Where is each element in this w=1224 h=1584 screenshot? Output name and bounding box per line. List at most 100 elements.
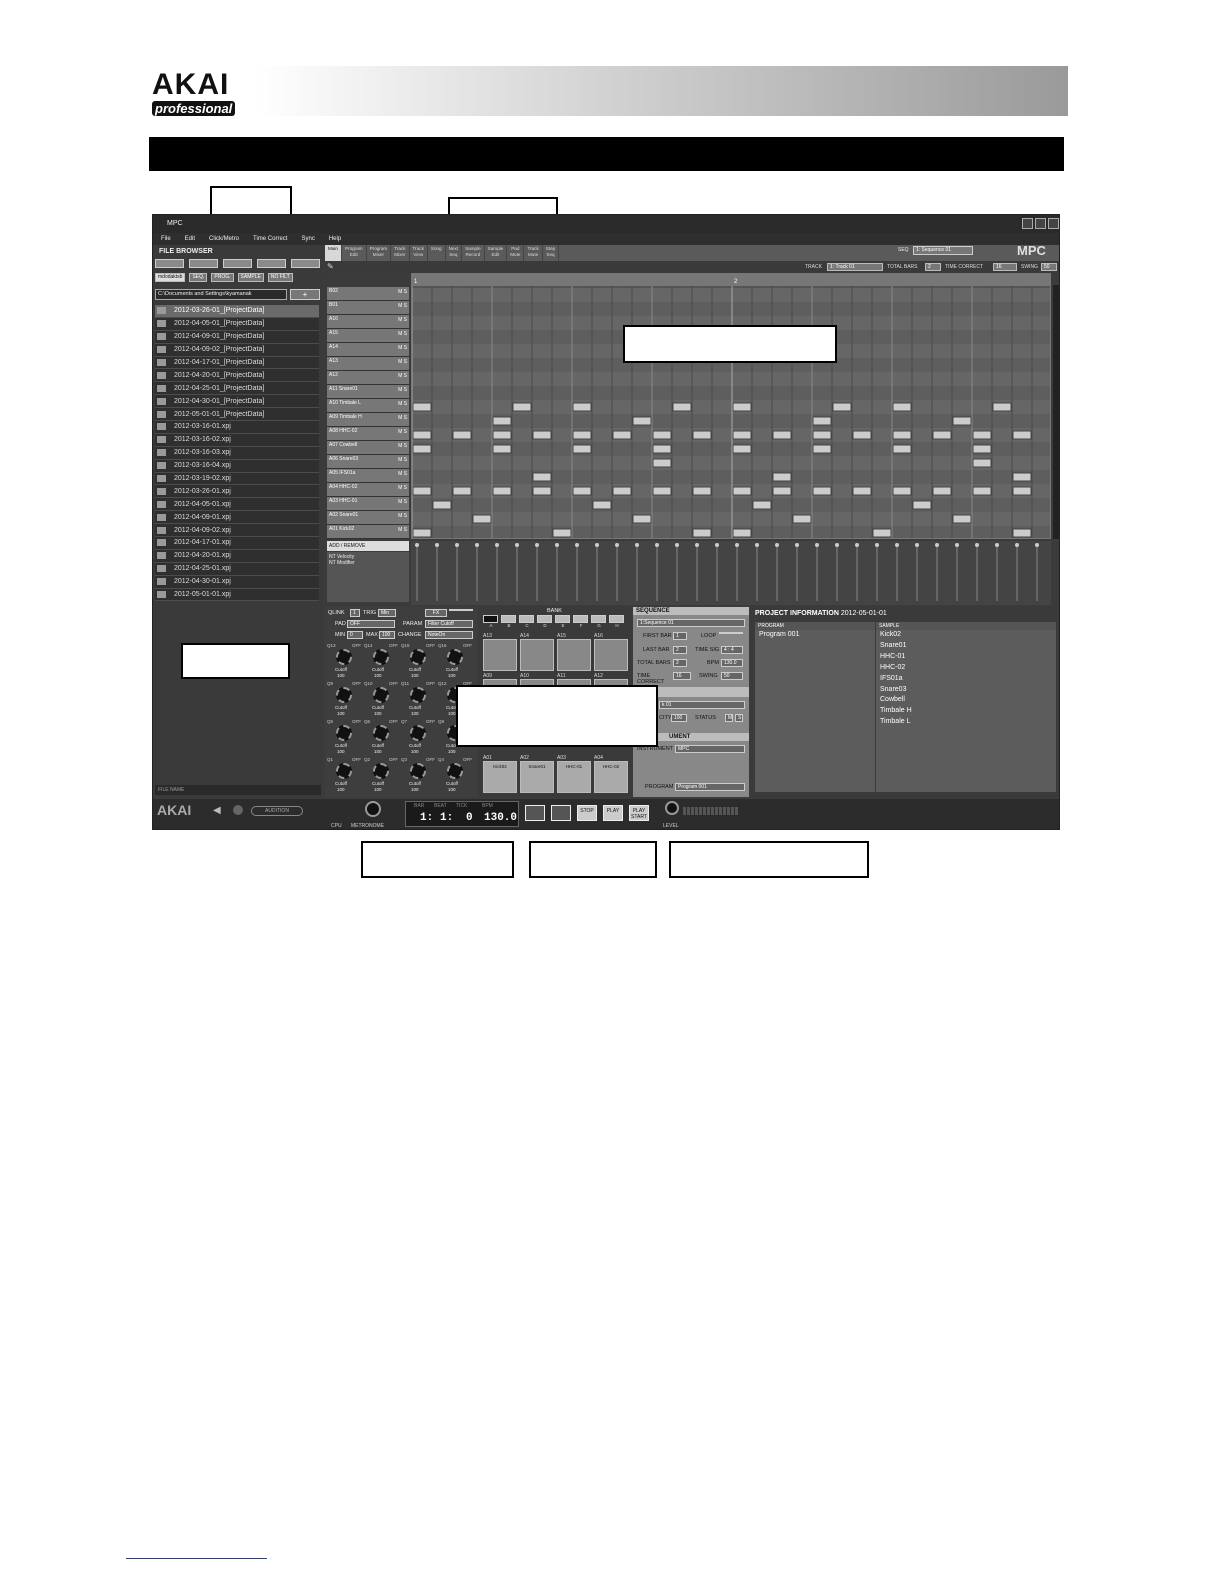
velocity-handle[interactable] (675, 543, 679, 547)
file-list-item[interactable]: 2012-03-26-01_[ProjectData] (155, 305, 319, 318)
mute-solo-buttons[interactable]: M S (398, 414, 407, 423)
qlink-knob[interactable]: Q14 OFF Cutoff 100 (364, 643, 400, 680)
pad-surface[interactable]: HHC-02 (594, 761, 628, 793)
velocity-handle[interactable] (835, 543, 839, 547)
track-name-row[interactable]: B02 M S (327, 287, 409, 301)
seq-swing-field[interactable]: 50 (721, 672, 743, 680)
knob-dial-icon[interactable] (373, 763, 389, 779)
pad-surface[interactable] (520, 639, 554, 671)
seq-total-bars-field[interactable]: 2 (673, 659, 687, 667)
menu-item[interactable]: Click/Metro (209, 233, 239, 245)
drum-pad[interactable]: A03 HHC-01 (557, 755, 593, 795)
file-list-item[interactable]: 2012-03-26-01.xpj (155, 485, 319, 499)
note-event[interactable] (1012, 472, 1032, 482)
track-name-row[interactable]: A04 HHC-02 M S (327, 483, 409, 497)
file-list-item[interactable]: 2012-04-05-01_[ProjectData] (155, 317, 319, 331)
track-name-row[interactable]: A09 Timbale H M S (327, 413, 409, 427)
note-event[interactable] (832, 402, 852, 412)
velocity-handle[interactable] (635, 543, 639, 547)
note-event[interactable] (472, 514, 492, 524)
velocity-handle[interactable] (435, 543, 439, 547)
mute-solo-buttons[interactable]: M S (398, 512, 407, 521)
mute-solo-buttons[interactable]: M S (398, 288, 407, 297)
note-event[interactable] (732, 402, 752, 412)
mute-solo-buttons[interactable]: M S (398, 470, 407, 479)
pad-surface[interactable] (483, 639, 517, 671)
maximize-icon[interactable] (1035, 218, 1046, 229)
sequence-grid[interactable]: 12 (411, 273, 1051, 539)
menu-item[interactable]: Time Correct (253, 233, 287, 245)
note-event[interactable] (572, 430, 592, 440)
drum-pad[interactable]: A01 Kick02 (483, 755, 519, 795)
track-name-row[interactable]: A05 IFS01a M S (327, 469, 409, 483)
file-list-item[interactable]: 2012-04-05-01.xpj (155, 498, 319, 512)
first-bar-field[interactable]: 1 (673, 632, 687, 640)
track-name-row[interactable]: A08 HHC-02 M S (327, 427, 409, 441)
bank-button[interactable]: E (555, 615, 571, 633)
change-select[interactable]: NoteOn (425, 631, 473, 639)
drive-button[interactable] (155, 259, 184, 268)
solo-button[interactable]: S (735, 714, 743, 722)
menu-item[interactable]: File (161, 233, 171, 245)
knob-dial-icon[interactable] (447, 649, 463, 665)
pad-select[interactable]: OFF (347, 620, 395, 628)
note-event[interactable] (532, 486, 552, 496)
audition-button[interactable]: AUDITION (251, 806, 303, 816)
bar-ruler[interactable] (412, 274, 1051, 286)
mode-tab[interactable]: Main (325, 245, 342, 261)
mute-solo-buttons[interactable]: M S (398, 442, 407, 451)
velocity-handle[interactable] (575, 543, 579, 547)
filter-button[interactable]: PROG. (211, 273, 234, 282)
velocity-handle[interactable] (515, 543, 519, 547)
track-name-row[interactable]: A12 M S (327, 371, 409, 385)
velocity-handle[interactable] (955, 543, 959, 547)
bank-button[interactable]: C (519, 615, 535, 633)
velocity-handle[interactable] (495, 543, 499, 547)
mute-solo-buttons[interactable]: M S (398, 372, 407, 381)
velocity-handle[interactable] (875, 543, 879, 547)
note-event[interactable] (772, 486, 792, 496)
note-event[interactable] (632, 416, 652, 426)
note-event[interactable] (932, 486, 952, 496)
note-event[interactable] (612, 430, 632, 440)
sample-item[interactable]: HHC-01 (876, 652, 1056, 663)
note-event[interactable] (652, 486, 672, 496)
knob-dial-icon[interactable] (373, 649, 389, 665)
velocity-handle[interactable] (695, 543, 699, 547)
mute-solo-buttons[interactable]: M S (398, 344, 407, 353)
mode-tab[interactable]: Track Mixer (391, 245, 410, 261)
qlink-knob[interactable]: Q3 OFF Cutoff 100 (401, 757, 437, 794)
note-event[interactable] (872, 528, 892, 538)
trig-select[interactable]: Min (378, 609, 396, 617)
note-event[interactable] (412, 402, 432, 412)
note-event[interactable] (492, 416, 512, 426)
pad-surface[interactable]: HHC-01 (557, 761, 591, 793)
note-event[interactable] (972, 444, 992, 454)
velocity-handle[interactable] (655, 543, 659, 547)
note-event[interactable] (852, 486, 872, 496)
knob-dial-icon[interactable] (410, 763, 426, 779)
note-event[interactable] (892, 402, 912, 412)
note-event[interactable] (572, 444, 592, 454)
file-list-item[interactable]: 2012-04-25-01_[ProjectData] (155, 382, 319, 396)
note-event[interactable] (1012, 486, 1032, 496)
sample-item[interactable]: Kick02 (876, 630, 1056, 641)
note-event[interactable] (692, 528, 712, 538)
loop-toggle[interactable] (719, 632, 743, 634)
velocity-lanes[interactable] (411, 541, 1051, 605)
note-event[interactable] (652, 458, 672, 468)
qlink-knob[interactable]: Q13 OFF Cutoff 100 (327, 643, 363, 680)
file-list-item[interactable]: 2012-04-30-01.xpj (155, 575, 319, 589)
note-event[interactable] (412, 528, 432, 538)
minimize-icon[interactable] (1022, 218, 1033, 229)
fx-button[interactable]: FX (425, 609, 447, 617)
velocity-handle[interactable] (475, 543, 479, 547)
sequence-name-select[interactable]: 1:Sequence 01 (637, 619, 745, 627)
knob-dial-icon[interactable] (336, 725, 352, 741)
qlink-knob[interactable]: Q15 OFF Cutoff 100 (401, 643, 437, 680)
note-event[interactable] (932, 430, 952, 440)
note-event[interactable] (812, 416, 832, 426)
lane-item[interactable]: NT Modifier (329, 560, 407, 566)
track-select[interactable]: 1: Track 01 (827, 263, 883, 271)
program-item[interactable]: Program 001 (755, 630, 875, 641)
